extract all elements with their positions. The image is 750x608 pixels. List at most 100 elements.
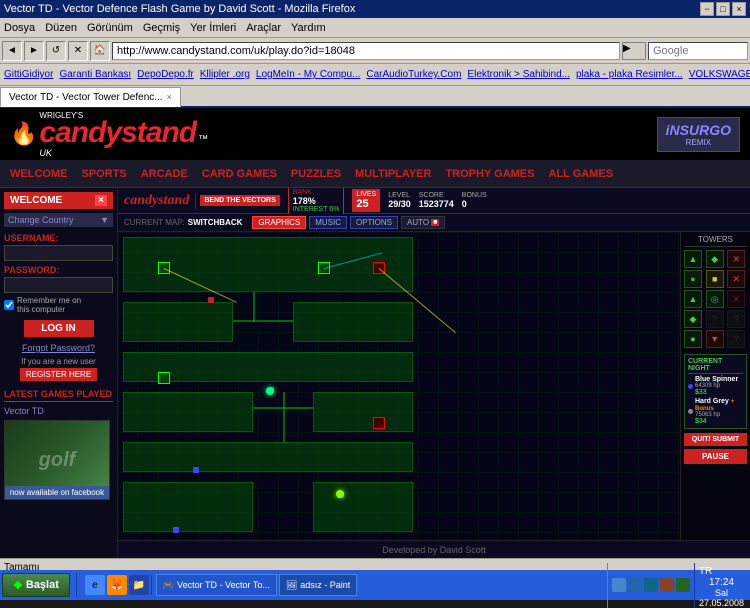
start-button[interactable]: ❖ Başlat — [2, 573, 70, 597]
tray-2 — [628, 578, 642, 592]
menu-bar: Dosya Düzen Görünüm Geçmiş Yer İmleri Ar… — [0, 18, 750, 38]
bend-vectors-button[interactable]: BEND THE VECTORS — [200, 195, 279, 206]
bookmark-vw[interactable]: VOLKSWAGEN Caddy... — [689, 69, 750, 80]
register-button[interactable]: REGISTER HERE — [20, 368, 97, 381]
bookmark-garanti[interactable]: Garanti Bankası — [59, 69, 131, 80]
tray-5 — [676, 578, 690, 592]
bookmark-plaka[interactable]: plaka - plaka Resimler... — [576, 69, 683, 80]
menu-dosya[interactable]: Dosya — [4, 22, 35, 34]
username-input[interactable] — [4, 245, 113, 261]
paint-icon: 🖼 — [286, 580, 297, 591]
nav-menu: WELCOME sPorts ARCADE CARD GAMES PUZZLES… — [0, 160, 750, 188]
enemy-5 — [173, 527, 179, 533]
auto-toggle[interactable]: AUTO ■ — [401, 216, 445, 229]
menu-gorunum[interactable]: Görünüm — [87, 22, 133, 34]
address-bar[interactable] — [112, 42, 620, 60]
menu-yardim[interactable]: Yardım — [291, 22, 326, 34]
tab-vectortd[interactable]: Vector TD - Vector Tower Defenc... × — [0, 87, 181, 107]
tower-btn-3[interactable]: ✕ — [727, 250, 745, 268]
tower-btn-9[interactable]: ✕ — [727, 290, 745, 308]
maze-wall-7 — [123, 442, 413, 472]
home-button[interactable]: 🏠 — [90, 41, 110, 61]
taskbar-item-paint[interactable]: 🖼 adsız - Paint — [279, 574, 357, 596]
tower-btn-8[interactable]: ◎ — [706, 290, 724, 308]
change-country[interactable]: Change Country ▼ — [4, 213, 113, 227]
tower-btn-11[interactable]: ? — [706, 310, 724, 328]
options-button[interactable]: OPTIONS — [350, 216, 398, 229]
maze-wall-5 — [123, 392, 253, 432]
minimize-button[interactable]: − — [700, 2, 714, 16]
nav-puzzles[interactable]: PUZZLES — [291, 168, 341, 180]
taskbar-right: TR 17:24 Sal27.05.2008 — [607, 563, 748, 608]
nav-arcade[interactable]: ARCADE — [141, 168, 188, 180]
tower-btn-1[interactable]: ▲ — [684, 250, 702, 268]
taskbar-item-vectortd[interactable]: 🎮 Vector TD - Vector To... — [156, 574, 277, 596]
bookmark-caraudio[interactable]: CarAudioTurkey.Com — [366, 69, 461, 80]
quit-submit-button[interactable]: QUIT/ SUBMIT — [684, 433, 747, 446]
bank-label: BANK — [293, 189, 340, 196]
pause-button[interactable]: PAUSE — [684, 449, 747, 464]
nav-all[interactable]: ALL GAMES — [548, 168, 613, 180]
forgot-password-link[interactable]: Forgot Password? — [4, 343, 113, 353]
menu-araclar[interactable]: Araçlar — [246, 22, 281, 34]
tower-btn-10[interactable]: ◆ — [684, 310, 702, 328]
nav-multiplayer[interactable]: MULTIPLAYER — [355, 168, 431, 180]
password-input[interactable] — [4, 277, 113, 293]
remember-checkbox[interactable] — [4, 300, 14, 310]
score-value: 1523774 — [419, 199, 454, 209]
toolbar: ◄ ► ↺ ✕ 🏠 ▶ — [0, 38, 750, 64]
tray-1 — [612, 578, 626, 592]
maze-wall-9 — [313, 482, 413, 532]
nav-welcome[interactable]: WELCOME — [10, 168, 67, 180]
game-canvas[interactable] — [118, 232, 680, 540]
tower-btn-13[interactable]: ● — [684, 330, 702, 348]
enemy-1 — [208, 297, 214, 303]
forward-button[interactable]: ► — [24, 41, 44, 61]
bookmark-logmein[interactable]: LogMeIn - My Compu... — [256, 69, 360, 80]
search-input[interactable] — [648, 42, 748, 60]
back-button[interactable]: ◄ — [2, 41, 22, 61]
menu-yer-imleri[interactable]: Yer İmleri — [190, 22, 236, 34]
tower-btn-12[interactable]: ? — [727, 310, 745, 328]
ie-icon[interactable]: e — [85, 575, 105, 595]
tower-btn-6[interactable]: ✕ — [727, 270, 745, 288]
current-night-header: CURRENT NIGHT — [688, 358, 743, 374]
nav-trophy[interactable]: TROPHY GAMES — [445, 168, 534, 180]
close-button[interactable]: × — [732, 2, 746, 16]
tower-btn-14[interactable]: ▼ — [706, 330, 724, 348]
tower-btn-5[interactable]: ■ — [706, 270, 724, 288]
bookmark-kllipler[interactable]: Kllipler .org — [200, 69, 250, 80]
tower-btn-2[interactable]: ◆ — [706, 250, 724, 268]
taskbar-item-label-2: adsız - Paint — [300, 580, 350, 590]
reload-button[interactable]: ↺ — [46, 41, 66, 61]
clock-area: TR 17:24 Sal27.05.2008 — [694, 563, 744, 608]
game-controls: GRAPHICS MUSIC OPTIONS AUTO ■ — [252, 216, 445, 229]
tower-btn-7[interactable]: ▲ — [684, 290, 702, 308]
tower-btn-15[interactable]: ? — [727, 330, 745, 348]
bookmark-depodepo[interactable]: DepoDepo.fr — [137, 69, 194, 80]
latest-game-name[interactable]: Vector TD — [4, 406, 113, 416]
map-label: CURRENT MAP: — [124, 218, 185, 227]
bookmark-gittigidiyor[interactable]: GittiGidiyor — [4, 69, 53, 80]
lives-label: LIVES — [356, 191, 376, 198]
welcome-close[interactable]: × — [95, 195, 107, 206]
login-button[interactable]: LOG IN — [24, 320, 94, 337]
menu-gecmis[interactable]: Geçmiş — [143, 22, 180, 34]
language-indicator: TR — [699, 566, 712, 577]
tab-close-button[interactable]: × — [167, 92, 172, 102]
blue-dot — [688, 384, 693, 389]
bookmark-elektronik[interactable]: Elektronik > Sahibind... — [467, 69, 570, 80]
maze-wall-8 — [123, 482, 253, 532]
graphics-button[interactable]: GRAPHICS — [252, 216, 306, 229]
stop-button[interactable]: ✕ — [68, 41, 88, 61]
nav-sports[interactable]: sPorts — [81, 168, 126, 180]
go-button[interactable]: ▶ — [622, 42, 646, 60]
tower-btn-4[interactable]: ● — [684, 270, 702, 288]
firefox-icon[interactable]: 🦊 — [107, 575, 127, 595]
nav-card-games[interactable]: CARD GAMES — [202, 168, 277, 180]
maximize-button[interactable]: □ — [716, 2, 730, 16]
music-button[interactable]: MUSIC — [309, 216, 347, 229]
date-display: Sal27.05.2008 — [699, 588, 744, 608]
menu-duzen[interactable]: Düzen — [45, 22, 77, 34]
app-icon[interactable]: 📁 — [129, 575, 149, 595]
